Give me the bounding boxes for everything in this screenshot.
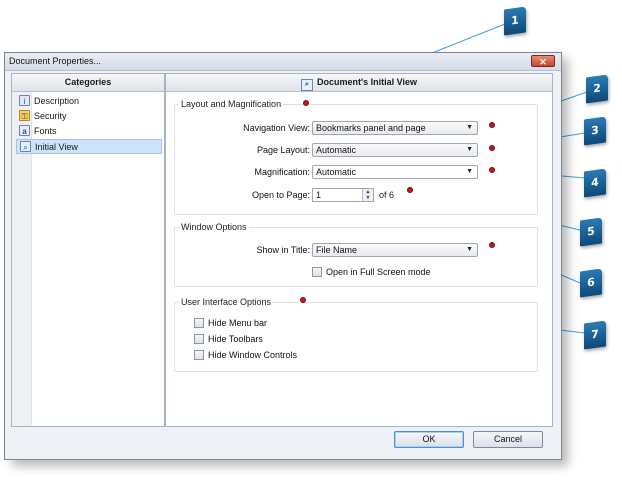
ok-button[interactable]: OK: [394, 431, 464, 448]
initial-view-panel: ⌕ Document's Initial View Layout and Magn…: [165, 73, 553, 427]
cancel-button[interactable]: Cancel: [473, 431, 543, 448]
page-layout-label: Page Layout:: [256, 145, 310, 155]
full-screen-checkbox[interactable]: [312, 267, 322, 277]
show-in-title-dropdown[interactable]: File Name ▼: [312, 243, 478, 257]
open-to-page-stepper[interactable]: 1 ▲ ▼: [312, 188, 374, 202]
callout-anchor-marker: [489, 167, 495, 173]
hide-menu-bar-label: Hide Menu bar: [208, 318, 268, 328]
panel-title: Document's Initial View: [317, 77, 417, 87]
category-label: Security: [34, 111, 67, 121]
open-to-page-value: 1: [316, 190, 322, 200]
callout-badge-1: 1: [504, 6, 526, 36]
category-label: Description: [34, 96, 80, 106]
chevron-down-icon: ▼: [466, 124, 473, 131]
window-title: Document Properties...: [9, 56, 102, 66]
categories-header: Categories: [12, 74, 164, 92]
magnification-label: Magnification:: [254, 167, 310, 177]
category-label: Initial View: [35, 142, 78, 152]
full-screen-label: Open in Full Screen mode: [326, 267, 431, 277]
category-item-fonts[interactable]: a Fonts: [16, 124, 162, 139]
title-bar[interactable]: Document Properties... ✕: [5, 53, 561, 71]
user-interface-options-title: User Interface Options: [179, 297, 274, 307]
callout-anchor-marker: [489, 122, 495, 128]
hide-toolbars-label: Hide Toolbars: [208, 334, 263, 344]
chevron-down-icon: ▼: [466, 146, 473, 153]
fonts-icon: a: [19, 125, 30, 136]
callout-anchor-marker: [407, 187, 413, 193]
hide-window-controls-checkbox[interactable]: [194, 350, 204, 360]
show-in-title-value: File Name: [316, 245, 358, 255]
hide-toolbars-checkbox[interactable]: [194, 334, 204, 344]
page-count-text: of 6: [379, 190, 395, 200]
chevron-down-icon: ▼: [466, 246, 473, 253]
callout-anchor-marker: [303, 100, 309, 106]
callout-anchor-marker: [300, 297, 306, 303]
description-icon: i: [19, 95, 30, 106]
window-options-title: Window Options: [179, 222, 249, 232]
callout-badge-5: 5: [580, 217, 602, 247]
navigation-view-value: Bookmarks panel and page: [316, 123, 426, 133]
category-item-security[interactable]: ⚿ Security: [16, 109, 162, 124]
callout-badge-7: 7: [584, 320, 606, 350]
layout-magnification-title: Layout and Magnification: [179, 99, 284, 109]
show-in-title-label: Show in Title:: [256, 245, 310, 255]
navigation-view-dropdown[interactable]: Bookmarks panel and page ▼: [312, 121, 478, 135]
hide-window-controls-label: Hide Window Controls: [208, 350, 298, 360]
callout-badge-4: 4: [584, 168, 606, 198]
categories-panel: Categories i Description ⚿ Security a Fo…: [11, 73, 165, 427]
spin-buttons[interactable]: ▲ ▼: [362, 189, 373, 201]
page-layout-dropdown[interactable]: Automatic ▼: [312, 143, 478, 157]
callout-anchor-marker: [489, 145, 495, 151]
window-options-group: [174, 227, 538, 287]
navigation-view-label: Navigation View:: [243, 123, 310, 133]
security-icon: ⚿: [19, 110, 30, 121]
close-button[interactable]: ✕: [531, 55, 555, 67]
open-to-page-label: Open to Page:: [251, 190, 310, 200]
callout-badge-6: 6: [580, 268, 602, 298]
callout-badge-2: 2: [586, 74, 608, 104]
callout-badge-3: 3: [584, 116, 606, 146]
initial-view-header-icon: ⌕: [301, 79, 313, 91]
category-item-description[interactable]: i Description: [16, 94, 162, 109]
document-properties-dialog: Document Properties... ✕ Categories i De…: [4, 52, 562, 460]
initial-view-icon: ⌕: [20, 141, 31, 152]
magnification-value: Automatic: [316, 167, 357, 177]
panel-header: ⌕ Document's Initial View: [166, 74, 552, 92]
page-layout-value: Automatic: [316, 145, 357, 155]
callout-anchor-marker: [489, 242, 495, 248]
magnification-combobox[interactable]: Automatic ▼: [312, 165, 478, 179]
chevron-down-icon: ▼: [466, 168, 473, 175]
category-label: Fonts: [34, 126, 57, 136]
category-item-initial-view[interactable]: ⌕ Initial View: [16, 139, 162, 154]
hide-menu-bar-checkbox[interactable]: [194, 318, 204, 328]
